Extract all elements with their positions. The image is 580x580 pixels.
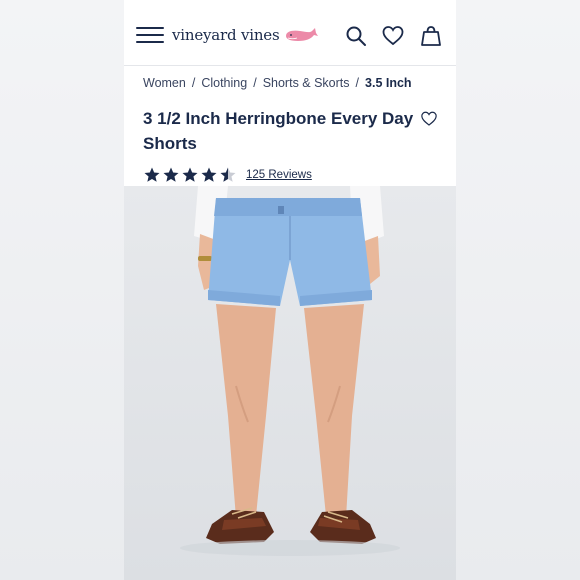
product-rating: 125 Reviews [143, 165, 312, 185]
site-header: vineyard vines [124, 0, 456, 66]
breadcrumb-shorts-skorts[interactable]: Shorts & Skorts [263, 76, 350, 90]
breadcrumb-women[interactable]: Women [143, 76, 186, 90]
right-background [456, 0, 580, 580]
breadcrumb-current: 3.5 Inch [365, 76, 412, 90]
heart-outline-icon[interactable] [420, 110, 438, 128]
half-star-icon [220, 167, 236, 182]
left-background [0, 0, 124, 580]
reviews-link[interactable]: 125 Reviews [246, 169, 312, 181]
star-icon [144, 167, 160, 182]
mobile-page: vineyard vines Women / Clothing / Shorts & S… [124, 0, 456, 580]
search-icon[interactable] [344, 24, 368, 48]
heart-icon[interactable] [381, 24, 405, 48]
breadcrumb-clothing[interactable]: Clothing [201, 76, 247, 90]
shopping-bag-icon[interactable] [419, 24, 443, 48]
breadcrumb-separator: / [253, 76, 257, 90]
product-photo-illustration [180, 186, 400, 556]
star-rating [143, 166, 238, 184]
breadcrumb: Women / Clothing / Shorts & Skorts / 3.5 Inch [143, 76, 412, 90]
star-icon [163, 167, 179, 182]
product-title: 3 1/2 Inch Herringbone Every Day Shorts [143, 109, 414, 153]
breadcrumb-separator: / [191, 76, 196, 90]
hamburger-menu-icon[interactable] [136, 26, 164, 44]
star-icon [201, 167, 217, 182]
whale-logo-icon [286, 28, 319, 41]
brand-logo[interactable]: vineyard vines [172, 24, 319, 46]
brand-name: vineyard vines [172, 26, 280, 44]
star-icon [182, 167, 198, 182]
breadcrumb-separator: / [355, 76, 360, 90]
product-image[interactable] [124, 186, 456, 580]
